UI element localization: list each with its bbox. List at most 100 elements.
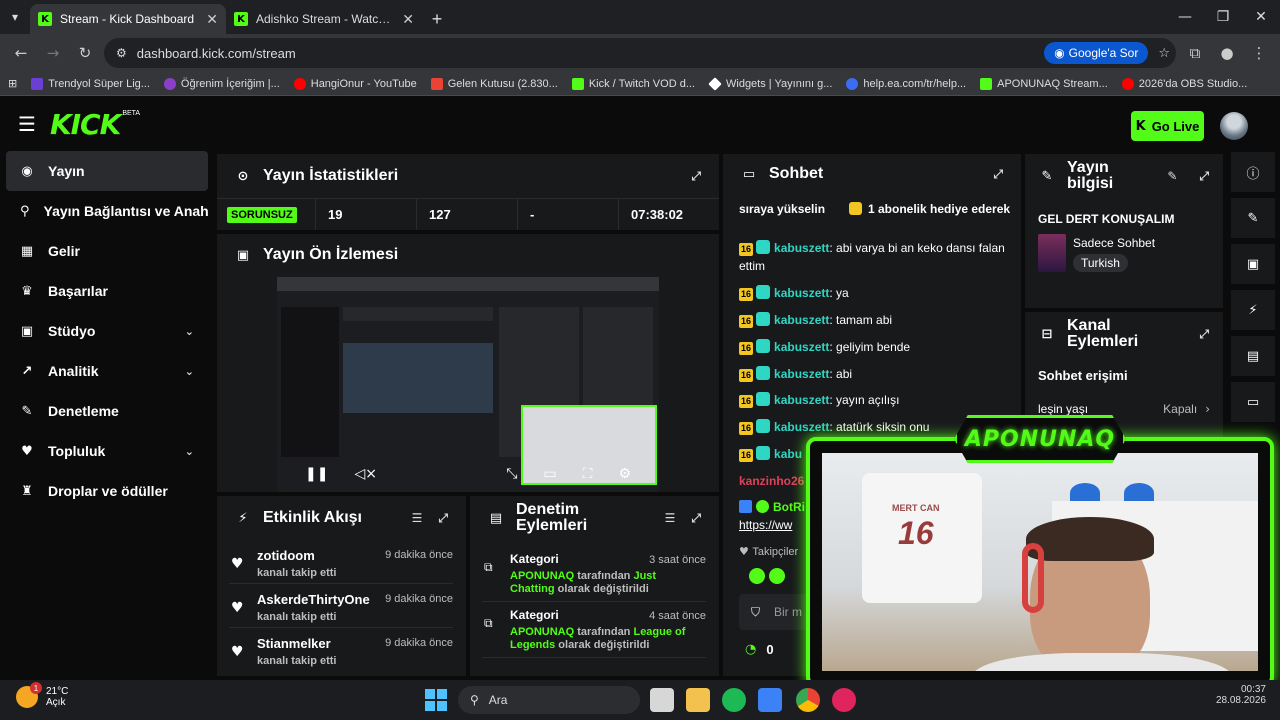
tab-kick-dashboard[interactable]: K Stream - Kick Dashboard ✕ [30,4,226,34]
category-name[interactable]: Sadece Sohbet [1073,236,1155,250]
extensions-icon[interactable]: ⧉ [1182,40,1208,66]
bookmark-item[interactable]: Trendyol Süper Lig... [31,77,150,90]
site-info-icon[interactable]: ⚙ [116,46,127,60]
new-tab-icon[interactable]: + [422,4,452,34]
emote-icon[interactable] [749,568,765,584]
bookmark-item[interactable]: 2026'da OBS Studio... [1121,77,1247,90]
windows-start-icon[interactable] [425,689,447,711]
chat-message: 16 kabuszett: tamam abi [739,311,1009,329]
list-icon[interactable]: ▤ [1231,336,1275,376]
clip-icon[interactable]: ⤡ [506,466,517,482]
list-item[interactable]: ⧉ Kategori 4 saat önce APONUNAQ tarafınd… [482,602,706,658]
expand-icon[interactable]: ⤢ [1199,327,1209,342]
weather-widget[interactable]: 1 21°C Açık [16,682,68,708]
tab-list-icon[interactable]: ▾ [0,0,30,34]
bookmark-item[interactable]: Kick / Twitch VOD d... [571,77,695,90]
chat-gift-banner: 1 abonelik hediye ederek [849,202,1010,216]
bookmark-item[interactable]: APONUNAQ Stream... [980,77,1108,90]
theater-icon[interactable]: ▭ [543,466,556,482]
close-tab-icon[interactable]: ✕ [402,11,414,28]
address-bar[interactable]: ⚙ dashboard.kick.com/stream ◉ Google'a So… [104,38,1176,68]
expand-icon[interactable]: ⤢ [438,511,448,526]
bookmark-item[interactable]: Öğrenim İçeriğim |... [163,77,280,90]
bookmark-item[interactable]: HangiOnur - YouTube [293,77,417,90]
go-live-button[interactable]: K Go Live [1131,111,1204,141]
sub-badge: 16 [739,315,754,328]
avatar[interactable] [1220,112,1248,140]
taskbar-search[interactable]: ⚲ Ara [458,686,640,714]
expand-icon[interactable]: ⤢ [993,167,1003,182]
stat-followers: 127 [417,199,518,230]
list-item[interactable]: ⧉ Kategori 3 saat önce APONUNAQ tarafınd… [482,546,706,602]
info-icon[interactable]: ⓘ [1231,152,1275,192]
bot-badge-icon [739,500,752,513]
sidebar-item-analitik[interactable]: ↗ Analitik ⌄ [6,351,208,391]
close-tab-icon[interactable]: ✕ [206,11,218,28]
expand-icon[interactable]: ⤢ [691,511,701,526]
sidebar-item-denetleme[interactable]: ✎ Denetleme [6,391,208,431]
pause-icon[interactable]: ❚❚ [305,466,328,482]
settings-gear-icon[interactable]: ⚙ [618,466,631,482]
bookmark-item[interactable]: Widgets | Yayınını g... [708,76,832,91]
bookmark-item[interactable]: Gelen Kutusu (2.830... [430,77,558,90]
profile-icon[interactable]: ● [1214,40,1240,66]
filter-icon[interactable]: ☰ [412,511,423,525]
chrome-icon[interactable] [796,688,820,712]
back-icon[interactable]: ← [8,40,34,66]
spotify-icon[interactable] [722,688,746,712]
hamburger-menu-icon[interactable]: ☰ [18,112,36,136]
chat-username[interactable]: kabuszett [774,340,829,354]
store-icon[interactable] [758,688,782,712]
chat-username[interactable]: BotRi [773,500,805,514]
sidebar-item-studyo[interactable]: ▣ Stüdyo ⌄ [6,311,208,351]
system-clock[interactable]: 00:37 28.08.2026 [1190,684,1266,706]
restore-icon[interactable]: ❐ [1204,0,1242,34]
close-window-icon[interactable]: ✕ [1242,0,1280,34]
stats-row: SORUNSUZ 19 127 - 07:38:02 [217,198,719,230]
follower-age-row[interactable]: leşin yaşı Kapalı › [1038,402,1210,416]
kick-points-icon: ◔ [745,642,757,657]
task-view-icon[interactable] [650,688,674,712]
preview-toggle-icon[interactable]: ▣ [1231,244,1275,284]
fullscreen-icon[interactable]: ⛶ [583,466,593,482]
sidebar-item-basarilar[interactable]: ♛ Başarılar [6,271,208,311]
apps-grid-icon[interactable]: ⊞ [8,77,17,90]
chat-username[interactable]: kabuszett [774,286,829,300]
kick-logo[interactable]: KICK [50,108,121,141]
chat-username[interactable]: kabuszett [774,241,829,255]
expand-icon[interactable]: ⤢ [1199,169,1209,184]
forward-icon[interactable]: → [40,40,66,66]
media-icon[interactable] [832,688,856,712]
list-item[interactable]: ♥ zotidoom kanalı takip etti 9 dakika ön… [229,540,453,584]
chat-username[interactable]: kabuszett [774,313,829,327]
bookmark-item[interactable]: help.ea.com/tr/help... [846,77,966,90]
sidebar-item-yayin[interactable]: ◉ Yayın [6,151,208,191]
sidebar-item-topluluk[interactable]: ♥ Topluluk ⌄ [6,431,208,471]
chat-username[interactable]: kabuszett [774,393,829,407]
stream-preview[interactable]: ❚❚ ◁× ⤡ ▭ ⛶ ⚙ [277,277,659,492]
menu-icon[interactable]: ⋮ [1246,40,1272,66]
list-item[interactable]: ♥ Stianmelker kanalı takip etti 9 dakika… [229,628,453,672]
expand-icon[interactable]: ⤢ [691,169,701,184]
sidebar-item-droplar[interactable]: ♜ Droplar ve ödüller [6,471,208,511]
file-explorer-icon[interactable] [686,688,710,712]
lightning-icon[interactable]: ⚡ [1231,290,1275,330]
chat-username[interactable]: kabu [774,447,802,461]
list-item[interactable]: ♥ AskerdeThirtyOne kanalı takip etti 9 d… [229,584,453,628]
edit-icon[interactable]: ✎ [1231,198,1275,238]
chat-points[interactable]: ◔ 0 [745,642,774,657]
play-circle-icon: ⊙ [237,168,249,184]
minimize-icon[interactable]: — [1166,0,1204,34]
tab-adishko-stream[interactable]: K Adishko Stream - Watch Live on Kick ✕ [226,4,422,34]
emote-icon[interactable] [769,568,785,584]
chat-username[interactable]: kanzinho26 [739,474,804,488]
google-ask-button[interactable]: ◉ Google'a Sor [1044,42,1149,64]
filter-icon[interactable]: ☰ [665,511,676,525]
mute-icon[interactable]: ◁× [354,466,377,482]
chat-username[interactable]: kabuszett [774,367,829,381]
edit-icon[interactable]: ✎ [1167,169,1177,183]
bookmark-star-icon[interactable]: ☆ [1158,46,1170,61]
reload-icon[interactable]: ↻ [72,40,98,66]
sidebar-item-stream-key[interactable]: ⚲ Yayın Bağlantısı ve Anahtarı [6,191,208,231]
sidebar-item-gelir[interactable]: ▦ Gelir [6,231,208,271]
